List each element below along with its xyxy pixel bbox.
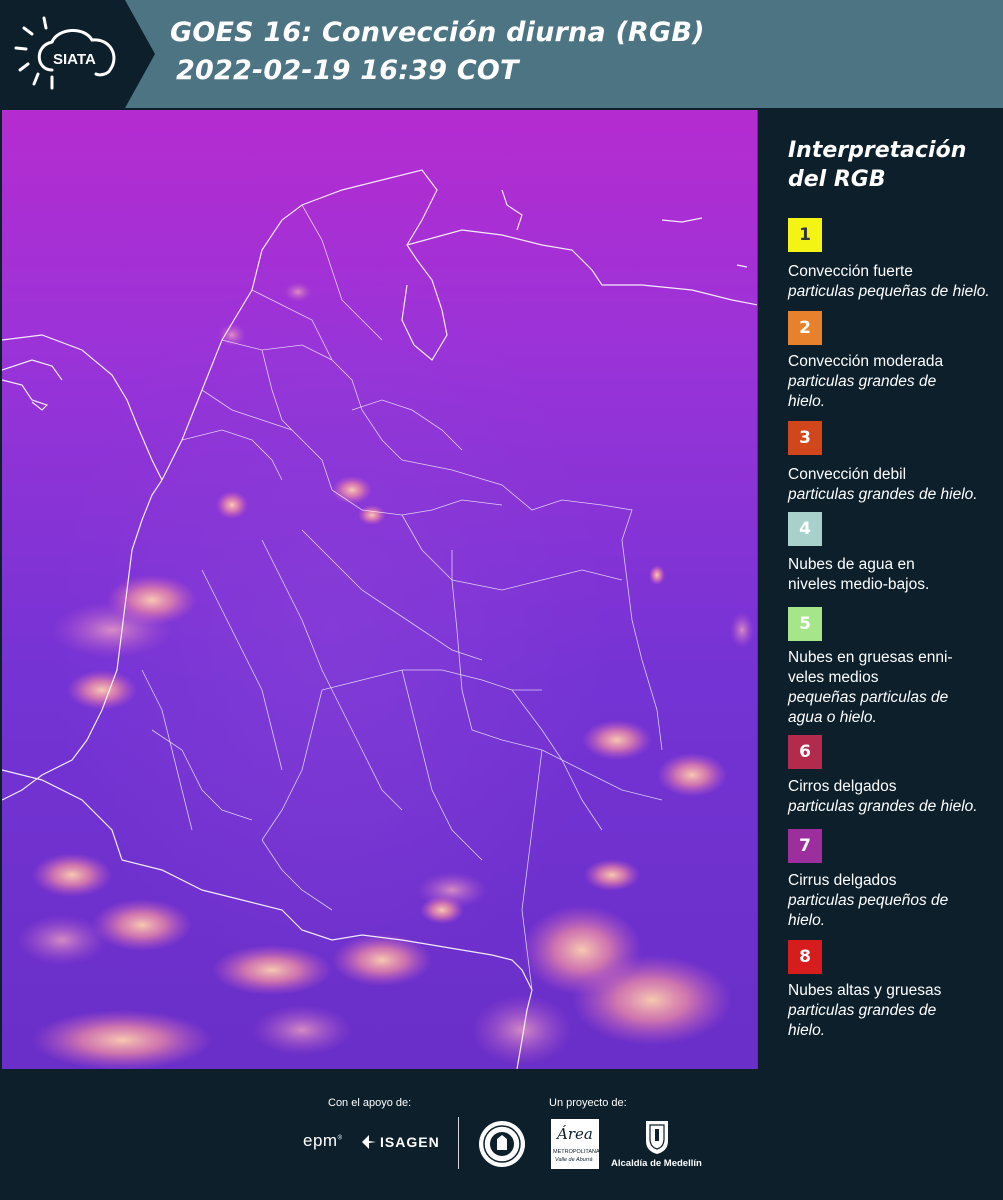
project-label: Un proyecto de: <box>549 1097 627 1109</box>
legend-item-detail: particulas pequeños de hielo. <box>788 892 949 929</box>
legend-number: 2 <box>799 318 811 338</box>
area-metropolitana-logo[interactable]: Área METROPOLITANA Valle de Aburrá <box>551 1119 600 1169</box>
university-seal-icon[interactable] <box>477 1119 527 1169</box>
legend-item-name: Nubes de agua en niveles medio-bajos. <box>788 556 930 593</box>
legend-title: Interpretación del RGB <box>788 138 967 192</box>
area-logo-sub: METROPOLITANA <box>553 1149 600 1155</box>
legend-number: 7 <box>799 836 811 856</box>
footer-divider <box>458 1117 459 1169</box>
siata-sun-cloud-icon: SIATA <box>14 16 116 90</box>
legend-item-detail: particulas grandes de hielo. <box>788 798 978 815</box>
legend-number: 3 <box>799 428 811 448</box>
legend-item-name: Cirros delgados <box>788 778 897 795</box>
page-title: GOES 16: Convección diurna (RGB) <box>170 17 705 48</box>
legend-swatch-4: 4 <box>788 512 822 546</box>
legend-swatch-8: 8 <box>788 940 822 974</box>
area-logo-text: Área <box>557 1125 593 1143</box>
siata-logo-text: SIATA <box>53 51 96 68</box>
legend-number: 8 <box>799 947 811 967</box>
legend-item-name: Convección fuerte <box>788 263 913 280</box>
legend-item-4: Nubes de agua en niveles medio-bajos. <box>788 555 958 595</box>
legend-item-detail: particulas grandes de hielo. <box>788 1002 937 1039</box>
legend-item-name: Convección moderada <box>788 353 944 370</box>
legend-item-3: Convección debil particulas grandes de h… <box>788 465 1000 505</box>
legend-item-5: Nubes en gruesas enni-veles medios peque… <box>788 648 970 728</box>
legend-swatch-3: 3 <box>788 421 822 455</box>
legend-number: 4 <box>799 519 811 539</box>
legend-swatch-2: 2 <box>788 311 822 345</box>
legend-item-name: Cirrus delgados <box>788 872 897 889</box>
legend-number: 1 <box>799 225 811 245</box>
epm-logo-text: epm <box>303 1131 338 1150</box>
legend-item-2: Convección moderada particulas grandes d… <box>788 352 1000 412</box>
legend-number: 6 <box>799 742 811 762</box>
legend-item-detail: particulas grandes de hielo. <box>788 486 978 503</box>
satellite-rgb-map <box>2 110 758 1069</box>
alcaldia-label: Alcaldía de Medellín <box>611 1158 702 1169</box>
support-label: Con el apoyo de: <box>328 1097 412 1109</box>
legend-item-detail: particulas pequeñas de hielo. <box>788 283 990 300</box>
legend-swatch-7: 7 <box>788 829 822 863</box>
legend-panel: Interpretación del RGB 1 Convección fuer… <box>760 108 1003 1070</box>
legend-item-name: Nubes en gruesas enni-veles medios <box>788 649 953 686</box>
isagen-logo[interactable]: ISAGEN <box>380 1134 440 1150</box>
legend-item-name: Nubes altas y gruesas <box>788 982 942 999</box>
legend-item-6: Cirros delgados particulas grandes de hi… <box>788 777 1000 817</box>
header-bar: SIATA GOES 16: Convección diurna (RGB) 2… <box>0 0 1003 108</box>
colombia-satellite-image <box>2 110 757 1069</box>
legend-swatch-1: 1 <box>788 218 822 252</box>
legend-item-1: Convección fuerte particulas pequeñas de… <box>788 262 1000 302</box>
legend-item-8: Nubes altas y gruesas particulas grandes… <box>788 981 958 1041</box>
siata-logo[interactable]: SIATA <box>0 0 155 108</box>
epm-logo[interactable]: epm® <box>303 1131 343 1151</box>
legend-item-detail: particulas grandes de hielo. <box>788 373 937 410</box>
legend-swatch-6: 6 <box>788 735 822 769</box>
page-subtitle-datetime: 2022-02-19 16:39 COT <box>176 55 519 86</box>
legend-item-detail: pequeñas particulas de agua o hielo. <box>788 689 949 726</box>
legend-number: 5 <box>799 614 811 634</box>
legend-swatch-5: 5 <box>788 607 822 641</box>
legend-item-name: Convección debil <box>788 466 907 483</box>
area-logo-sub2: Valle de Aburrá <box>555 1157 593 1163</box>
isagen-mark-icon <box>362 1135 376 1149</box>
legend-item-7: Cirrus delgados particulas pequeños de h… <box>788 871 973 931</box>
alcaldia-coat-of-arms-icon[interactable] <box>644 1119 670 1155</box>
